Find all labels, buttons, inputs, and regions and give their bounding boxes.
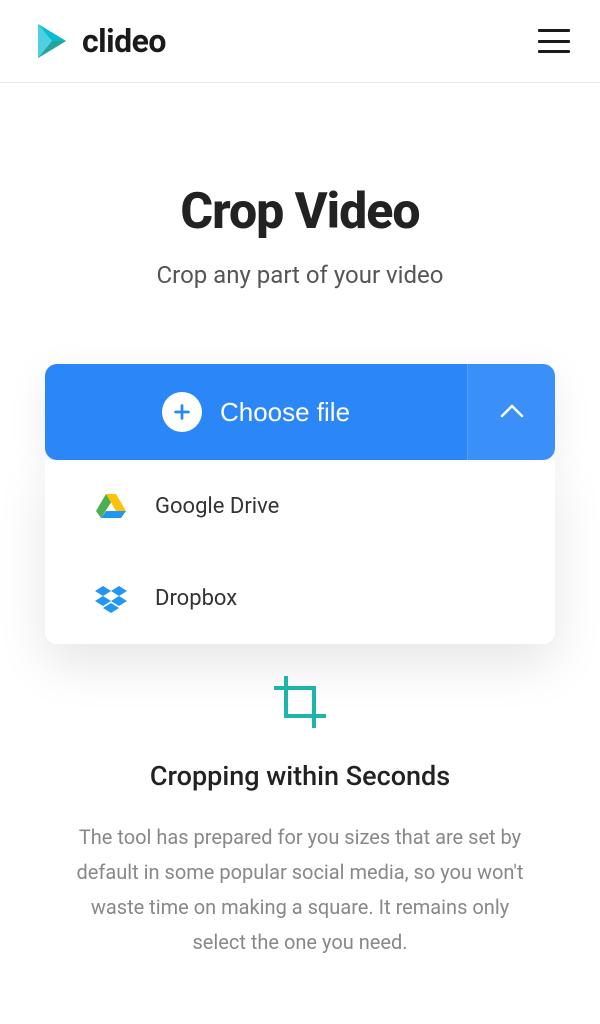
chevron-up-icon (500, 404, 524, 421)
page-header: clideo (0, 0, 600, 83)
dropbox-icon (95, 582, 127, 614)
feature-title: Cropping within Seconds (65, 760, 535, 792)
source-label: Dropbox (155, 586, 237, 611)
logo[interactable]: clideo (30, 20, 166, 62)
page-title: Crop Video (45, 183, 555, 241)
choose-file-button[interactable]: Choose file (45, 364, 467, 460)
source-dropdown-toggle[interactable] (467, 364, 555, 460)
main-content: Crop Video Crop any part of your video C… (0, 83, 600, 960)
feature-description: The tool has prepared for you sizes that… (65, 820, 535, 960)
crop-icon (272, 674, 328, 730)
brand-name: clideo (82, 22, 166, 60)
play-icon (30, 20, 72, 62)
plus-icon (162, 392, 202, 432)
page-subtitle: Crop any part of your video (45, 261, 555, 289)
feature-section: Cropping within Seconds The tool has pre… (45, 674, 555, 960)
source-dropdown-menu: Google Drive Dropbox (45, 460, 555, 644)
choose-file-label: Choose file (220, 397, 350, 428)
source-dropbox[interactable]: Dropbox (45, 552, 555, 644)
menu-icon[interactable] (538, 29, 570, 53)
google-drive-icon (95, 490, 127, 522)
source-label: Google Drive (155, 494, 279, 519)
source-google-drive[interactable]: Google Drive (45, 460, 555, 552)
file-picker: Choose file (45, 364, 555, 460)
